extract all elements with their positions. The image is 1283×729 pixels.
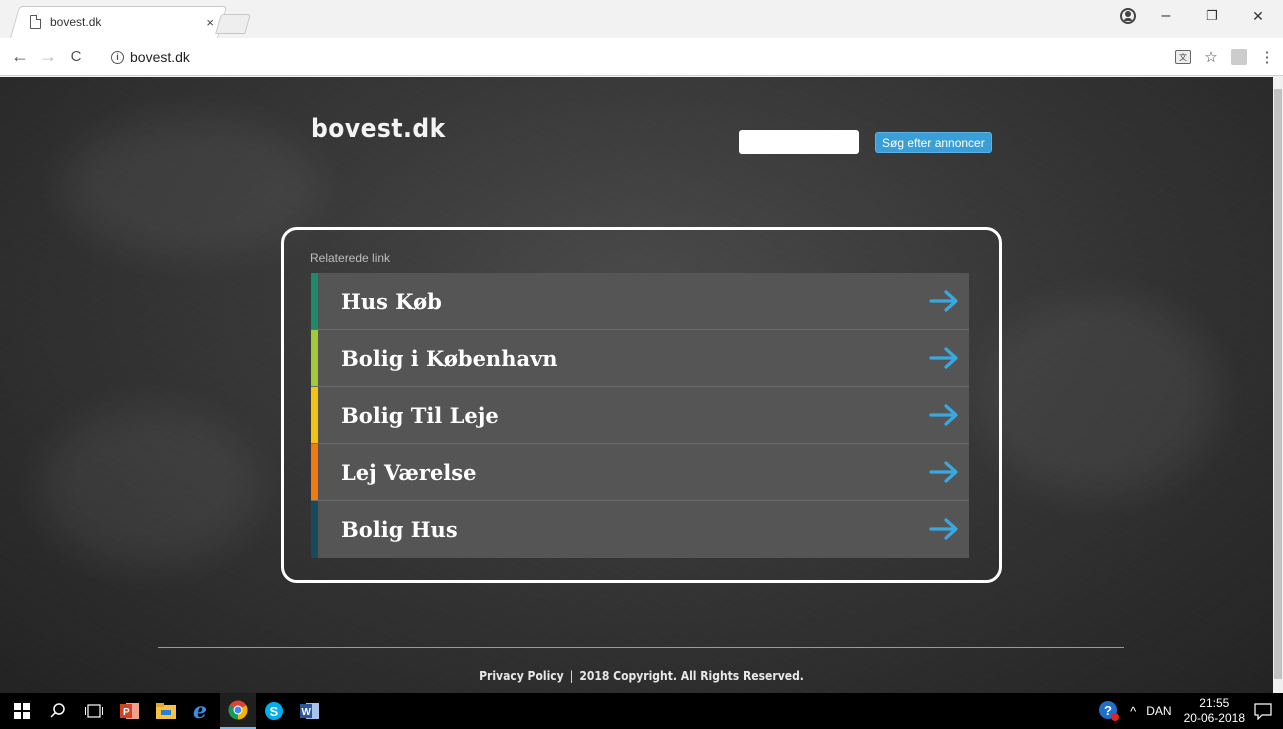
page-viewport: bovest.dk Søg efter annoncer Relaterede … [0, 77, 1283, 693]
forward-button[interactable]: → [34, 43, 62, 71]
svg-text:P: P [123, 707, 130, 718]
skype-taskbar-item[interactable]: S [256, 693, 292, 729]
word-taskbar-item[interactable]: W [292, 693, 328, 729]
restore-button[interactable]: ❐ [1189, 0, 1235, 32]
privacy-policy-link[interactable]: Privacy Policy [479, 669, 564, 683]
start-button[interactable] [4, 693, 40, 729]
link-accent-bar [311, 387, 318, 443]
browser-toolbar: ← → C i bovest.dk 文 ☆ ⋮ [0, 38, 1283, 76]
footer-divider [158, 647, 1124, 648]
task-view-button[interactable] [76, 693, 112, 729]
arrow-right-icon[interactable] [929, 518, 959, 540]
arrow-right-icon[interactable] [929, 290, 959, 312]
site-title[interactable]: bovest.dk [311, 114, 446, 144]
language-indicator[interactable]: DAN [1146, 704, 1171, 718]
toolbar-actions: 文 ☆ ⋮ [1175, 47, 1277, 67]
related-link-row[interactable]: Bolig i København [311, 330, 969, 387]
url-text[interactable]: bovest.dk [130, 49, 190, 65]
chalk-smudge [980, 297, 1220, 497]
copyright-text: 2018 Copyright. All Rights Reserved. [579, 669, 804, 683]
task-view-icon [85, 704, 103, 718]
link-accent-bar [311, 273, 318, 329]
info-icon[interactable]: i [111, 50, 124, 64]
link-accent-bar [311, 444, 318, 500]
page-icon [30, 15, 41, 29]
related-link-row[interactable]: Bolig Hus [311, 501, 969, 558]
help-notification-icon[interactable]: ? [1098, 700, 1120, 722]
skype-icon: S [265, 702, 283, 720]
internet-explorer-taskbar-item[interactable]: e [184, 693, 220, 729]
footer-separator: | [569, 669, 574, 683]
related-link-label[interactable]: Lej Værelse [341, 460, 476, 485]
link-accent-bar [311, 501, 318, 558]
related-link-row[interactable]: Lej Værelse [311, 444, 969, 501]
search-button[interactable]: Søg efter annoncer [875, 132, 992, 153]
related-links-heading: Relaterede link [310, 251, 391, 265]
powerpoint-icon: P [120, 703, 139, 719]
browser-tab-content[interactable]: bovest.dk × [22, 6, 218, 38]
chalk-smudge [60, 117, 320, 257]
search-input[interactable] [739, 130, 859, 154]
svg-text:e: e [193, 700, 207, 722]
bookmark-star-icon[interactable]: ☆ [1201, 47, 1221, 67]
related-link-row[interactable]: Hus Køb [311, 273, 969, 330]
link-accent-bar [311, 330, 318, 386]
reload-button[interactable]: C [62, 43, 90, 71]
svg-text:W: W [302, 707, 312, 718]
tray-chevron-icon[interactable]: ^ [1130, 704, 1136, 719]
extension-icon[interactable] [1231, 49, 1247, 65]
related-links-panel: Relaterede link Hus Køb Bolig i København… [281, 227, 1002, 583]
word-icon: W [300, 703, 319, 719]
clock-date: 20-06-2018 [1183, 711, 1245, 725]
system-tray: ? ^ DAN 21:55 20-06-2018 [1098, 693, 1283, 729]
svg-text:S: S [270, 704, 279, 719]
menu-icon[interactable]: ⋮ [1257, 47, 1277, 67]
profile-icon[interactable] [1120, 8, 1136, 24]
action-center-icon[interactable] [1253, 702, 1273, 720]
scrollbar-thumb[interactable] [1274, 89, 1282, 679]
arrow-right-icon[interactable] [929, 347, 959, 369]
page-scrollbar[interactable] [1273, 77, 1283, 693]
windows-taskbar: P e S W ? ^ DAN 21:55 20-06-2018 [0, 693, 1283, 729]
related-link-label[interactable]: Hus Køb [341, 289, 442, 314]
related-link-label[interactable]: Bolig i København [341, 346, 558, 371]
related-links-list: Hus Køb Bolig i København Bolig Til Leje Le… [311, 273, 969, 558]
footer: Privacy Policy | 2018 Copyright. All Right… [0, 669, 1283, 683]
arrow-right-icon[interactable] [929, 404, 959, 426]
file-explorer-taskbar-item[interactable] [148, 693, 184, 729]
windows-logo-icon [14, 703, 30, 719]
chrome-taskbar-item[interactable] [220, 693, 256, 729]
close-window-button[interactable]: ✕ [1235, 0, 1281, 32]
clock[interactable]: 21:55 20-06-2018 [1184, 696, 1245, 726]
related-link-label[interactable]: Bolig Hus [341, 517, 458, 542]
clock-time: 21:55 [1199, 696, 1230, 710]
chrome-icon [228, 700, 248, 720]
search-icon [50, 703, 65, 718]
folder-icon [156, 703, 176, 719]
chalk-smudge [40, 407, 260, 567]
minimize-button[interactable]: – [1143, 0, 1189, 32]
browser-tab-bar: bovest.dk × – ❐ ✕ [0, 0, 1283, 38]
tab-title: bovest.dk [50, 15, 102, 29]
translate-icon[interactable]: 文 [1175, 50, 1191, 64]
tab-close-icon[interactable]: × [206, 15, 214, 30]
svg-text:?: ? [1104, 703, 1112, 718]
related-link-row[interactable]: Bolig Til Leje [311, 387, 969, 444]
related-link-label[interactable]: Bolig Til Leje [341, 403, 499, 428]
internet-explorer-icon: e [193, 700, 207, 722]
search-button-taskbar[interactable] [40, 693, 76, 729]
powerpoint-taskbar-item[interactable]: P [112, 693, 148, 729]
new-tab-button[interactable] [215, 14, 251, 34]
back-button[interactable]: ← [6, 43, 34, 71]
arrow-right-icon[interactable] [929, 461, 959, 483]
address-bar[interactable]: i bovest.dk [98, 44, 1162, 70]
